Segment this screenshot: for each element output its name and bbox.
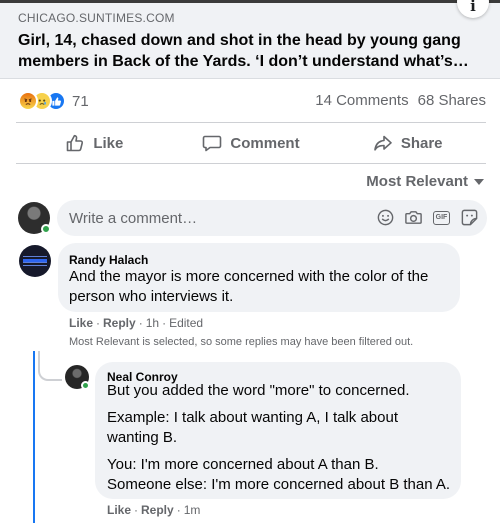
- separator: ·: [162, 316, 167, 330]
- comment-button[interactable]: Comment: [173, 124, 330, 162]
- comment-time[interactable]: 1h: [146, 316, 159, 330]
- angry-icon: [18, 91, 38, 111]
- preview-image-edge: [0, 0, 500, 3]
- emoji-icon[interactable]: [376, 208, 395, 227]
- divider: [16, 122, 486, 123]
- share-button[interactable]: Share: [329, 124, 486, 162]
- comment-input[interactable]: [69, 208, 349, 228]
- link-preview[interactable]: CHICAGO.SUNTIMES.COM Girl, 14, chased do…: [0, 0, 500, 79]
- avatar[interactable]: [19, 245, 51, 277]
- comment-sort-dropdown[interactable]: Most Relevant: [366, 173, 484, 190]
- sort-label: Most Relevant: [366, 173, 468, 190]
- comment-icon: [203, 135, 222, 152]
- preview-headline[interactable]: Girl, 14, chased down and shot in the he…: [18, 30, 483, 72]
- preview-domain: CHICAGO.SUNTIMES.COM: [18, 11, 175, 25]
- divider: [16, 163, 486, 164]
- reply-time[interactable]: 1m: [184, 503, 201, 517]
- reply-reply-link[interactable]: Reply: [141, 503, 174, 517]
- comment-composer[interactable]: GIF: [57, 200, 487, 236]
- post-stats: 14 Comments 68 Shares: [315, 92, 486, 109]
- reply-text-line: Someone else: I'm more concerned about B…: [107, 476, 451, 493]
- caret-down-icon: [474, 178, 484, 185]
- thumbs-up-icon: [67, 134, 84, 152]
- separator: ·: [176, 503, 181, 517]
- post-actions: Like Comment Share: [16, 124, 486, 162]
- reply-like-link[interactable]: Like: [107, 503, 131, 517]
- thread-connector: [38, 351, 62, 381]
- reaction-summary[interactable]: 71: [18, 90, 89, 112]
- separator: ·: [96, 316, 101, 330]
- comment-count[interactable]: 14 Comments: [315, 92, 408, 109]
- comment-text-line: person who interviews it.: [69, 288, 234, 305]
- composer-tools: GIF: [376, 208, 479, 227]
- reply-text-line: wanting B.: [107, 429, 178, 446]
- comment-text-line: And the mayor is more concerned with the…: [69, 268, 429, 285]
- reply-text-line: But you added the word "more" to concern…: [107, 382, 410, 399]
- comment-like-link[interactable]: Like: [69, 316, 93, 330]
- edited-label[interactable]: Edited: [169, 316, 203, 330]
- comment-label: Comment: [230, 134, 300, 152]
- camera-icon[interactable]: [404, 208, 423, 227]
- separator: ·: [134, 503, 139, 517]
- share-icon: [374, 135, 392, 151]
- reply-text-line: Example: I talk about wanting A, I talk …: [107, 409, 399, 426]
- reply-bubble: Neal Conroy But you added the word "more…: [95, 362, 461, 499]
- reply-text-line: You: I'm more concerned about A than B.: [107, 456, 379, 473]
- comment-reply-link[interactable]: Reply: [103, 316, 136, 330]
- share-count[interactable]: 68 Shares: [418, 92, 486, 109]
- comment-bubble: Randy Halach And the mayor is more conce…: [58, 243, 460, 312]
- gif-label: GIF: [433, 210, 450, 225]
- separator: ·: [138, 316, 143, 330]
- thread-line: [33, 351, 35, 523]
- reaction-count[interactable]: 71: [72, 93, 89, 110]
- comment-author[interactable]: Randy Halach: [69, 253, 148, 267]
- like-button[interactable]: Like: [16, 124, 173, 162]
- online-status-icon: [81, 381, 90, 390]
- comment-meta: Like · Reply · 1h · Edited: [69, 316, 203, 330]
- flag-stripe: [23, 259, 47, 262]
- sticker-icon[interactable]: [460, 208, 479, 227]
- like-label: Like: [93, 134, 124, 152]
- reply-meta: Like · Reply · 1m: [107, 503, 200, 517]
- filter-notice: Most Relevant is selected, so some repli…: [69, 336, 414, 348]
- gif-icon[interactable]: GIF: [432, 208, 451, 227]
- share-label: Share: [400, 134, 443, 152]
- online-status-icon: [41, 224, 51, 234]
